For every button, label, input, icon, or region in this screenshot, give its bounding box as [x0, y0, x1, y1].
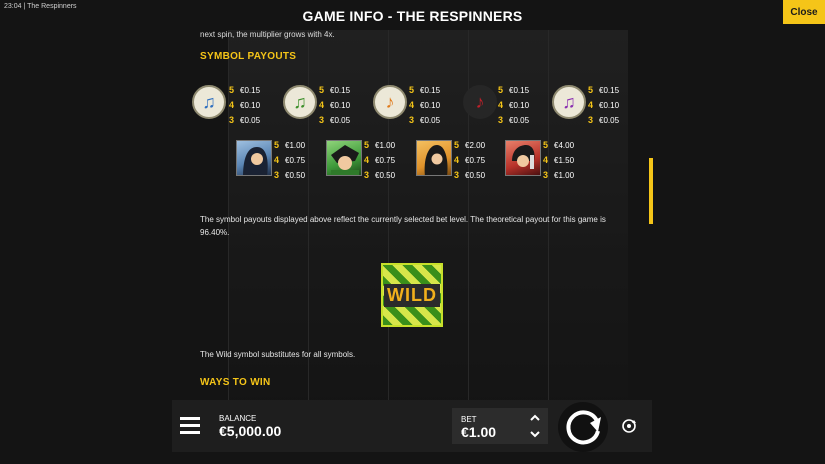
bet-display: BET €1.00: [452, 408, 522, 444]
menu-icon[interactable]: [180, 417, 200, 435]
bet-value: €1.00: [461, 424, 497, 440]
payout-table: 5 €0.15 4 €0.10 3 €0.05: [319, 85, 351, 125]
purple-note-symbol: ♫: [552, 85, 586, 119]
payout-table: 5 €1.00 4 €0.75 3 €0.50: [364, 140, 396, 180]
balance-label: BALANCE: [219, 414, 257, 423]
bottom-bar: BALANCE €5,000.00 BET €1.00: [172, 400, 652, 452]
singer-portrait-icon: [331, 145, 359, 175]
top-bar: 23:04 | The Respinners GAME INFO - THE R…: [0, 0, 825, 32]
scrollbar[interactable]: [649, 158, 653, 224]
music-note-icon: ♫: [293, 92, 307, 112]
wild-description: The Wild symbol substitutes for all symb…: [200, 350, 356, 359]
wild-label: WILD: [384, 283, 440, 307]
green-note-symbol: ♫: [283, 85, 317, 119]
orange-note-symbol: ♪: [373, 85, 407, 119]
balance-value: €5,000.00: [219, 423, 282, 439]
red-singer-symbol: [505, 140, 541, 176]
close-button[interactable]: Close: [783, 0, 825, 24]
autoplay-icon[interactable]: [620, 417, 638, 435]
chevron-up-icon[interactable]: [530, 413, 540, 423]
payout-table: 5 €0.15 4 €0.10 3 €0.05: [229, 85, 261, 125]
ways-to-win-title: WAYS TO WIN: [200, 377, 271, 388]
singer-portrait-icon: [243, 147, 268, 175]
symbol-payouts-title: SYMBOL PAYOUTS: [200, 51, 297, 62]
chevron-down-icon[interactable]: [530, 429, 540, 439]
music-note-icon: ♪: [475, 92, 485, 112]
singer-portrait-icon: [424, 145, 448, 175]
blue-note-symbol: ♫: [192, 85, 226, 119]
payout-note: The symbol payouts displayed above refle…: [200, 215, 606, 237]
music-note-icon: ♪: [385, 92, 395, 112]
singer-portrait-icon: [512, 145, 535, 169]
payout-table: 5 €0.15 4 €0.10 3 €0.05: [498, 85, 530, 125]
payout-table: 5 €0.15 4 €0.10 3 €0.05: [588, 85, 620, 125]
blue-singer-symbol: [236, 140, 272, 176]
page-title: GAME INFO - THE RESPINNERS: [302, 8, 523, 24]
spin-button[interactable]: [557, 401, 609, 453]
orange-singer-symbol: [416, 140, 452, 176]
music-note-icon: ♫: [562, 92, 576, 112]
bet-adjuster: [522, 408, 548, 444]
payout-table: 5 €1.00 4 €0.75 3 €0.50: [274, 140, 306, 180]
game-info-content[interactable]: next spin, the multiplier grows with 4x.…: [190, 30, 640, 400]
wild-symbol: WILD: [381, 263, 443, 327]
green-singer-symbol: [326, 140, 362, 176]
cut-off-text: next spin, the multiplier grows with 4x.: [200, 30, 335, 39]
payout-table: 5 €0.15 4 €0.10 3 €0.05: [409, 85, 441, 125]
music-note-icon: ♫: [202, 92, 216, 112]
payout-table: 5 €4.00 4 €1.50 3 €1.00: [543, 140, 575, 180]
payout-table: 5 €2.00 4 €0.75 3 €0.50: [454, 140, 486, 180]
red-note-symbol: ♪: [463, 85, 497, 119]
bet-label: BET: [461, 415, 477, 424]
